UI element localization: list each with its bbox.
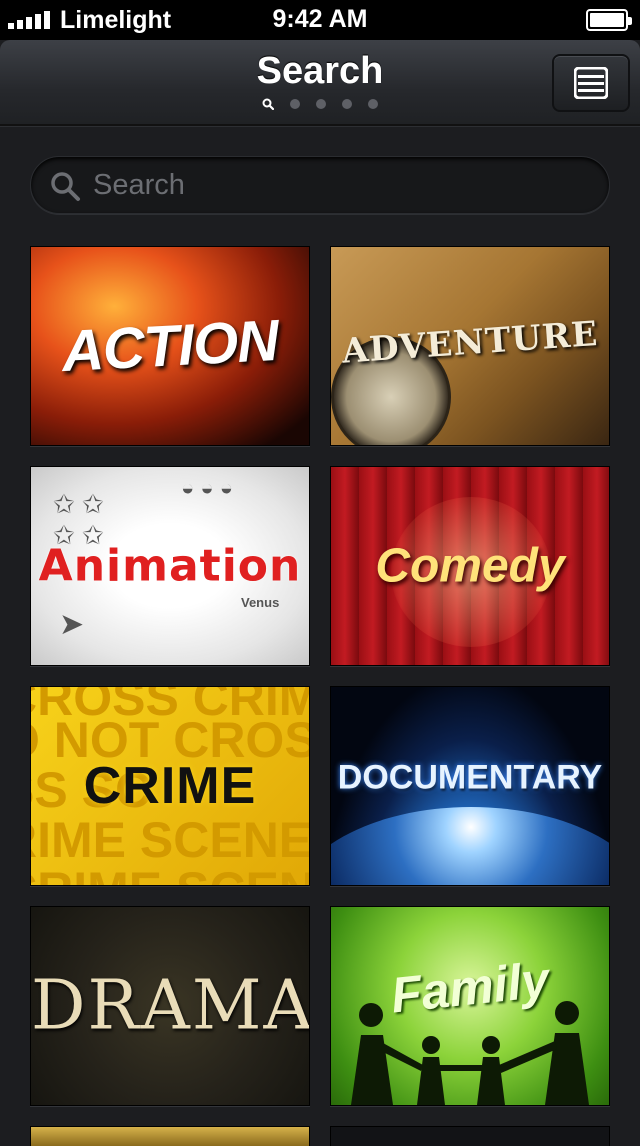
- status-time: 9:42 AM: [272, 5, 368, 33]
- page-dot[interactable]: [342, 99, 352, 109]
- battery-icon: [586, 9, 632, 31]
- genre-tile-partial[interactable]: [30, 1126, 310, 1146]
- genre-label: Comedy: [375, 539, 565, 593]
- genre-tile-adventure[interactable]: ADVENTURE: [330, 246, 610, 446]
- genre-label: ACTION: [60, 307, 280, 385]
- search-field[interactable]: [30, 156, 610, 214]
- menu-list-icon: [574, 67, 608, 99]
- genre-tile-documentary[interactable]: DOCUMENTARY: [330, 686, 610, 886]
- page-dot[interactable]: [290, 99, 300, 109]
- genre-tile-animation[interactable]: ✩ ✩ ✩ ✩ ◒ ◒ ◒ ➤ Venus Animation: [30, 466, 310, 666]
- genre-tile-action[interactable]: ACTION: [30, 246, 310, 446]
- genre-tile-drama[interactable]: DRAMA: [30, 906, 310, 1106]
- search-input[interactable]: [93, 165, 593, 205]
- genre-tile-crime[interactable]: CROSS CRIME O NOT CROSS SS SC RIME SCENE…: [30, 686, 310, 886]
- earth-image: [331, 807, 609, 885]
- search-page-dot-icon[interactable]: [262, 98, 274, 110]
- page-dot[interactable]: [316, 99, 326, 109]
- crime-tape-text: CRIME SCENE: [31, 865, 309, 885]
- genre-label: DRAMA: [31, 966, 310, 1046]
- genre-tile-family[interactable]: Family: [330, 906, 610, 1106]
- page-dot[interactable]: [368, 99, 378, 109]
- planet-sign-doodle: Venus: [241, 595, 280, 610]
- genre-label: CRIME: [83, 757, 257, 815]
- genre-label: DOCUMENTARY: [337, 758, 603, 797]
- navigation-bar: Search: [0, 40, 640, 126]
- genre-label: Animation: [38, 540, 302, 592]
- search-icon: [51, 172, 80, 201]
- rocket-doodle-icon: ➤: [59, 608, 85, 641]
- status-bar: Limelight 9:42 AM: [0, 0, 640, 40]
- genre-label: ADVENTURE: [340, 313, 600, 372]
- page-indicator[interactable]: [0, 98, 640, 110]
- crime-tape-text: RIME SCENE D: [31, 812, 310, 868]
- page-title: Search: [256, 50, 384, 92]
- genre-tile-comedy[interactable]: Comedy: [330, 466, 610, 666]
- genre-tile-partial[interactable]: [330, 1126, 610, 1146]
- ufo-doodle-icon: ◒ ◒ ◒: [181, 475, 234, 500]
- menu-button[interactable]: [552, 54, 630, 112]
